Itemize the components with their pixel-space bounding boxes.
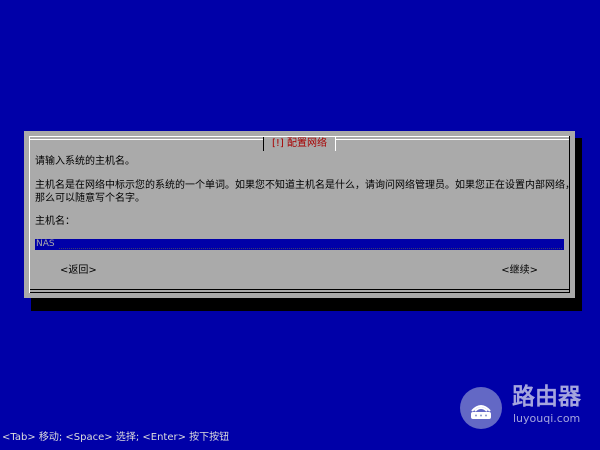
dialog-title-wrap: [!] 配置网络 xyxy=(24,131,575,151)
dialog-bottom-border-inner xyxy=(29,289,570,290)
continue-button[interactable]: <继续> xyxy=(501,264,538,277)
hostname-description: 主机名是在网络中标示您的系统的一个单词。如果您不知道主机名是什么，请询问网络管理… xyxy=(35,180,575,204)
back-button[interactable]: <返回> xyxy=(60,264,97,277)
configure-network-dialog: [!] 配置网络 请输入系统的主机名。 主机名是在网络中标示您的系统的一个单词。… xyxy=(24,131,575,298)
hostname-input-value: NAS xyxy=(36,239,55,249)
site-watermark: 路由器 luyouqi.com xyxy=(460,382,595,432)
hostname-input[interactable]: NAS xyxy=(35,239,564,250)
hostname-prompt: 请输入系统的主机名。 xyxy=(35,156,135,167)
input-underline xyxy=(59,248,562,249)
router-icon xyxy=(460,387,502,429)
dialog-title: [!] 配置网络 xyxy=(263,137,336,151)
dialog-right-border xyxy=(569,136,570,293)
dialog-bottom-border xyxy=(29,292,570,293)
dialog-left-border xyxy=(29,136,30,293)
watermark-title: 路由器 xyxy=(512,384,581,410)
watermark-url: luyouqi.com xyxy=(513,412,581,425)
keyboard-help: <Tab> 移动; <Space> 选择; <Enter> 按下按钮 xyxy=(2,432,230,443)
hostname-label: 主机名： xyxy=(35,216,75,227)
